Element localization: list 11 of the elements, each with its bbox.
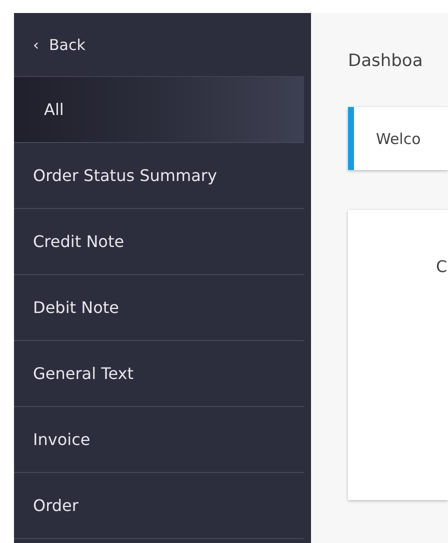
back-button[interactable]: ‹ Back — [33, 36, 86, 54]
sidebar-item[interactable]: Debit Note — [14, 275, 304, 341]
page-title: Dashboa — [348, 51, 424, 71]
sidebar-item[interactable]: Credit Note — [14, 209, 304, 275]
sidebar-item[interactable]: All — [14, 77, 304, 143]
sidebar-item[interactable]: Order Status Summary — [14, 143, 304, 209]
sidebar-item[interactable]: Order — [14, 473, 304, 539]
welcome-text: Welco — [376, 130, 421, 148]
sidebar-item[interactable]: General Text — [14, 341, 304, 407]
sidebar-item[interactable]: Invoice — [14, 407, 304, 473]
card-text: C — [436, 257, 448, 276]
